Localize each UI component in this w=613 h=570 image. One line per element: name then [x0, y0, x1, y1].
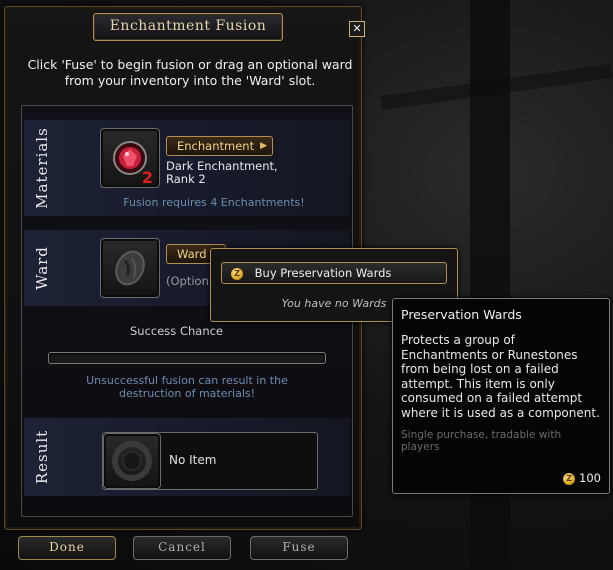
enchantment-dropdown[interactable]: Enchantment ▶: [166, 136, 274, 156]
result-slot: [103, 433, 161, 489]
item-count: 2: [141, 168, 153, 187]
cancel-button[interactable]: Cancel: [133, 536, 231, 560]
requirement-note: Fusion requires 4 Enchantments!: [123, 196, 305, 209]
success-progress-bar: [48, 352, 326, 364]
close-button[interactable]: ✕: [349, 21, 365, 37]
chevron-right-icon: ▶: [260, 141, 268, 151]
result-empty-text: No Item: [169, 453, 217, 467]
fuse-button[interactable]: Fuse: [250, 536, 348, 560]
tooltip-price-value: 100: [579, 471, 601, 485]
window-title: Enchantment Fusion: [93, 13, 283, 41]
zen-coin-icon: Z: [563, 472, 576, 485]
materials-slot[interactable]: 2: [100, 128, 160, 188]
empty-ring-icon: [112, 441, 152, 481]
success-chance-label: Success Chance: [130, 324, 223, 338]
done-button[interactable]: Done: [18, 536, 116, 560]
destruction-warning: Unsuccessful fusion can result in the de…: [86, 374, 288, 400]
zen-coin-icon: Z: [231, 267, 243, 280]
result-label: Result: [33, 429, 52, 485]
ward-dropdown-label: Ward: [177, 247, 207, 261]
tooltip-price: Z 100: [563, 471, 601, 485]
result-section: Result No Item: [24, 418, 350, 496]
buy-preservation-wards-label: Buy Preservation Wards: [254, 266, 392, 280]
tooltip-title: Preservation Wards: [401, 307, 522, 322]
ward-slot[interactable]: [100, 238, 160, 298]
buy-preservation-wards-button[interactable]: Z Buy Preservation Wards: [221, 262, 447, 284]
materials-label: Materials: [33, 127, 51, 209]
intro-text: Click 'Fuse' to begin fusion or drag an …: [27, 57, 353, 88]
tooltip-purchase-note: Single purchase, tradable with players: [401, 429, 562, 453]
preservation-wards-tooltip: Preservation Wards Protects a group of E…: [392, 298, 610, 494]
ward-label: Ward: [33, 246, 51, 290]
tooltip-description: Protects a group of Enchantments or Rune…: [401, 333, 600, 420]
result-box: No Item: [102, 432, 318, 490]
ward-stone-icon: [115, 250, 145, 286]
materials-section: Materials 2 Enchantment ▶ Dark Enchantme…: [24, 120, 350, 216]
enchantment-dropdown-label: Enchantment: [177, 139, 255, 153]
item-name: Dark Enchantment, Rank 2: [166, 159, 278, 186]
